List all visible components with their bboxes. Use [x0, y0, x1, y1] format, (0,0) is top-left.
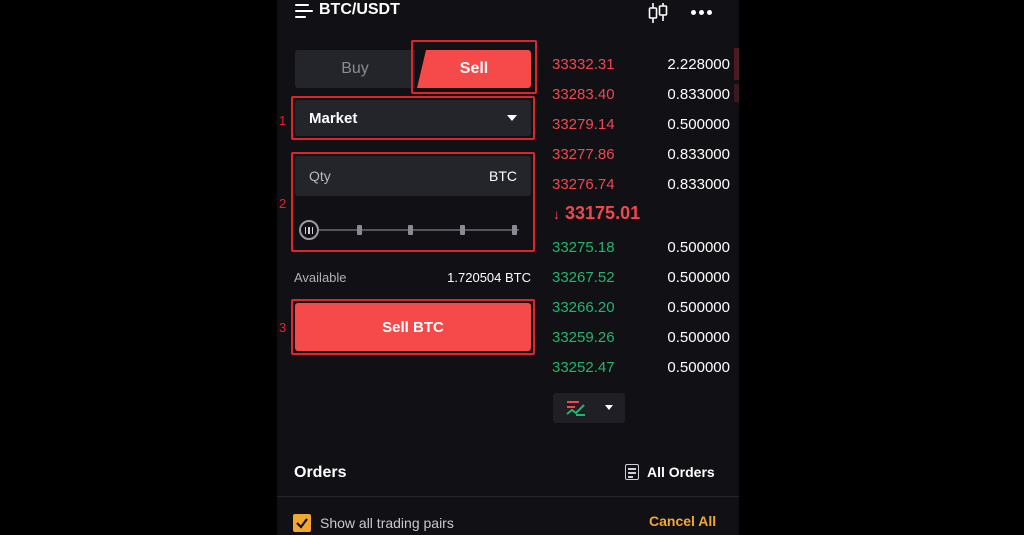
available-label: Available [294, 270, 347, 285]
ask-row[interactable]: 33277.86 0.833000 [552, 146, 730, 166]
ask-qty: 0.833000 [667, 146, 730, 163]
ask-price: 33279.14 [552, 116, 615, 133]
ask-row[interactable]: 33276.74 0.833000 [552, 176, 730, 196]
step-1-marker: 1 [279, 113, 287, 128]
slider-handle[interactable] [299, 220, 319, 240]
order-type-value: Market [309, 109, 358, 127]
available-value: 1.720504 BTC [447, 270, 531, 285]
orderbook-depth-icon [566, 401, 585, 416]
ask-row[interactable]: 33283.40 0.833000 [552, 86, 730, 106]
ask-price: 33277.86 [552, 146, 615, 163]
checkbox-check-icon [296, 518, 308, 529]
bid-row[interactable]: 33267.52 0.500000 [552, 269, 730, 289]
slider-tick-25 [357, 225, 362, 235]
ask-qty: 0.833000 [667, 176, 730, 193]
qty-slider[interactable] [299, 219, 521, 241]
ask-depth-bar [734, 48, 739, 80]
bid-qty: 0.500000 [667, 329, 730, 346]
sell-tab[interactable]: Sell [417, 50, 531, 88]
orderbook-depth-toggle[interactable] [553, 393, 625, 423]
ask-qty: 2.228000 [667, 56, 730, 73]
all-orders-link[interactable]: All Orders [625, 464, 715, 480]
bid-row[interactable]: 33259.26 0.500000 [552, 329, 730, 349]
bid-qty: 0.500000 [667, 269, 730, 286]
bid-qty: 0.500000 [667, 299, 730, 316]
slider-tick-75 [460, 225, 465, 235]
ask-depth-bar [734, 84, 739, 102]
more-options-icon[interactable] [691, 10, 713, 16]
trading-screen: BTC/USDT Buy Sell 1 Market 2 Qty BTC Ava… [277, 0, 739, 535]
chevron-down-icon [507, 115, 517, 121]
bid-price: 33267.52 [552, 269, 615, 286]
slider-track [309, 229, 519, 231]
orders-title: Orders [294, 464, 347, 481]
bid-row[interactable]: 33275.18 0.500000 [552, 239, 730, 259]
qty-placeholder: Qty [309, 168, 331, 184]
ask-row[interactable]: 33332.31 2.228000 [552, 56, 730, 76]
ask-row[interactable]: 33279.14 0.500000 [552, 116, 730, 136]
menu-icon[interactable] [295, 4, 315, 18]
ask-price: 33276.74 [552, 176, 615, 193]
qty-unit: BTC [489, 168, 517, 184]
divider [277, 496, 739, 497]
last-price-value: 33175.01 [565, 203, 641, 223]
candlestick-chart-icon[interactable] [647, 2, 669, 24]
last-price: ↓ 33175.01 [553, 203, 640, 224]
qty-input[interactable]: Qty BTC [295, 156, 531, 196]
ask-qty: 0.500000 [667, 116, 730, 133]
cancel-all-button[interactable]: Cancel All [649, 513, 716, 529]
ask-price: 33283.40 [552, 86, 615, 103]
bid-price: 33275.18 [552, 239, 615, 256]
ask-price: 33332.31 [552, 56, 615, 73]
slider-tick-100 [512, 225, 517, 235]
show-all-pairs-label: Show all trading pairs [320, 515, 454, 531]
step-3-marker: 3 [279, 320, 287, 335]
chevron-down-icon [605, 405, 613, 410]
document-icon [625, 464, 639, 480]
arrow-down-icon: ↓ [553, 206, 560, 222]
show-all-pairs-checkbox[interactable] [293, 514, 311, 532]
bid-price: 33259.26 [552, 329, 615, 346]
pair-title[interactable]: BTC/USDT [319, 1, 400, 19]
all-orders-label: All Orders [647, 464, 715, 480]
slider-tick-50 [408, 225, 413, 235]
bid-qty: 0.500000 [667, 239, 730, 256]
ask-qty: 0.833000 [667, 86, 730, 103]
buy-tab[interactable]: Buy [295, 50, 415, 88]
bid-price: 33252.47 [552, 359, 615, 376]
bid-price: 33266.20 [552, 299, 615, 316]
bid-row[interactable]: 33252.47 0.500000 [552, 359, 730, 379]
bid-row[interactable]: 33266.20 0.500000 [552, 299, 730, 319]
order-type-select[interactable]: Market [295, 100, 531, 136]
step-2-marker: 2 [279, 196, 287, 211]
bid-qty: 0.500000 [667, 359, 730, 376]
sell-btc-button[interactable]: Sell BTC [295, 303, 531, 351]
